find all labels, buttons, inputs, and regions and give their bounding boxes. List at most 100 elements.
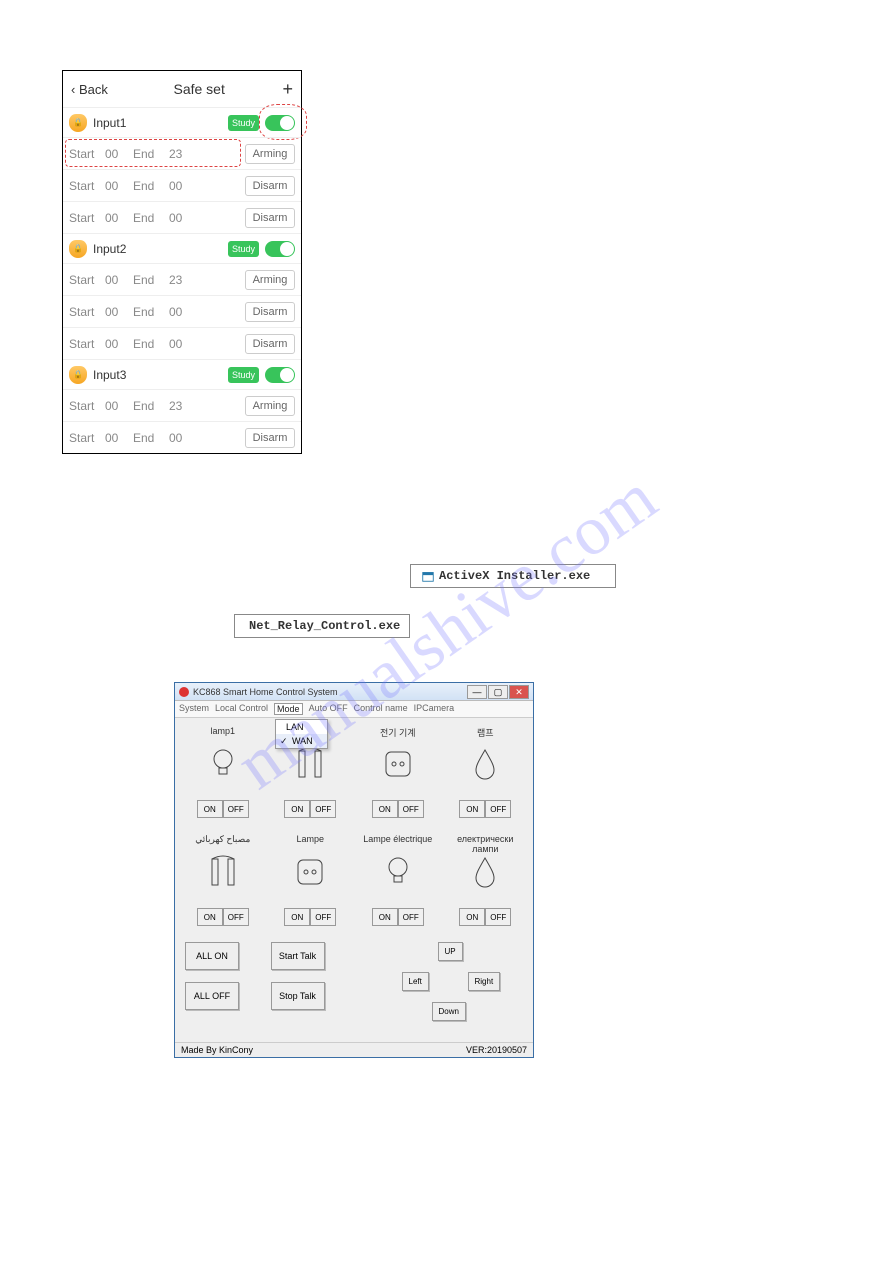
back-button[interactable]: ‹ Back xyxy=(71,82,108,97)
start-value[interactable]: 00 xyxy=(105,179,133,193)
menu-ipcamera[interactable]: IPCamera xyxy=(414,703,455,715)
time-row: Start 00 End 00 Disarm xyxy=(63,421,301,453)
input3-toggle[interactable] xyxy=(265,367,295,383)
disarm-button[interactable]: Disarm xyxy=(245,428,295,448)
device-label: електрически лампи xyxy=(444,834,528,846)
end-value[interactable]: 00 xyxy=(169,337,197,351)
on-button[interactable]: ON xyxy=(459,800,485,818)
add-icon[interactable]: + xyxy=(282,79,293,100)
device-lampe: Lampe ONOFF xyxy=(269,830,353,938)
mode-dropdown: LAN WAN xyxy=(275,719,328,749)
start-label: Start xyxy=(69,211,105,225)
phone-safe-set: ‹ Back Safe set + 🔒 Input1 Study Start 0… xyxy=(62,70,302,454)
on-button[interactable]: ON xyxy=(197,908,223,926)
file-label: Net_Relay_Control.exe xyxy=(249,619,400,633)
disarm-button[interactable]: Disarm xyxy=(245,176,295,196)
start-label: Start xyxy=(69,147,105,161)
start-talk-button[interactable]: Start Talk xyxy=(271,942,325,970)
input1-toggle[interactable] xyxy=(265,115,295,131)
menu-mode[interactable]: Mode xyxy=(274,703,303,715)
down-button[interactable]: Down xyxy=(432,1002,466,1021)
arming-button[interactable]: Arming xyxy=(245,396,295,416)
end-label: End xyxy=(133,179,169,193)
end-value[interactable]: 23 xyxy=(169,399,197,413)
maximize-button[interactable]: ▢ xyxy=(488,685,508,699)
on-button[interactable]: ON xyxy=(372,800,398,818)
up-button[interactable]: UP xyxy=(438,942,463,961)
off-button[interactable]: OFF xyxy=(310,908,336,926)
device-drop: 램프 ONOFF xyxy=(444,722,528,830)
start-value[interactable]: 00 xyxy=(105,305,133,319)
disarm-button[interactable]: Disarm xyxy=(245,208,295,228)
study-badge[interactable]: Study xyxy=(228,115,259,131)
disarm-button[interactable]: Disarm xyxy=(245,302,295,322)
off-button[interactable]: OFF xyxy=(485,908,511,926)
all-off-button[interactable]: ALL OFF xyxy=(185,982,239,1010)
off-button[interactable]: OFF xyxy=(398,908,424,926)
file-label: ActiveX Installer.exe xyxy=(439,569,590,583)
off-button[interactable]: OFF xyxy=(223,800,249,818)
activex-installer-file[interactable]: ActiveX Installer.exe xyxy=(410,564,616,588)
disarm-button[interactable]: Disarm xyxy=(245,334,295,354)
bulb-icon xyxy=(356,852,440,892)
on-button[interactable]: ON xyxy=(284,800,310,818)
device-row-1: lamp1 ONOFF ONOFF 전기 기계 ONOFF 램프 ONOFF xyxy=(181,722,527,830)
end-value[interactable]: 23 xyxy=(169,147,197,161)
off-button[interactable]: OFF xyxy=(485,800,511,818)
time-row: Start 00 End 00 Disarm xyxy=(63,327,301,359)
start-value[interactable]: 00 xyxy=(105,431,133,445)
on-button[interactable]: ON xyxy=(459,908,485,926)
time-row: Start 00 End 23 Arming xyxy=(63,263,301,295)
stop-talk-button[interactable]: Stop Talk xyxy=(271,982,325,1010)
device-label: Lampe xyxy=(269,834,353,846)
dropdown-wan[interactable]: WAN xyxy=(276,734,327,748)
start-value[interactable]: 00 xyxy=(105,337,133,351)
input3-label: Input3 xyxy=(93,368,228,382)
menu-local-control[interactable]: Local Control xyxy=(215,703,268,715)
input3-header: 🔒 Input3 Study xyxy=(63,359,301,389)
drop-icon xyxy=(444,744,528,784)
menu-control-name[interactable]: Control name xyxy=(354,703,408,715)
end-value[interactable]: 00 xyxy=(169,305,197,319)
drop-icon xyxy=(444,852,528,892)
on-button[interactable]: ON xyxy=(197,800,223,818)
arming-button[interactable]: Arming xyxy=(245,144,295,164)
study-badge[interactable]: Study xyxy=(228,367,259,383)
start-value[interactable]: 00 xyxy=(105,399,133,413)
phone-header: ‹ Back Safe set + xyxy=(63,71,301,107)
start-value[interactable]: 00 xyxy=(105,211,133,225)
study-badge[interactable]: Study xyxy=(228,241,259,257)
page-title: Safe set xyxy=(116,81,283,97)
menu-system[interactable]: System xyxy=(179,703,209,715)
end-value[interactable]: 23 xyxy=(169,273,197,287)
shield-icon: 🔒 xyxy=(69,366,87,384)
minimize-button[interactable]: — xyxy=(467,685,487,699)
device-label: 전기 기계 xyxy=(356,726,440,738)
menu-auto-off[interactable]: Auto OFF xyxy=(309,703,348,715)
arming-button[interactable]: Arming xyxy=(245,270,295,290)
off-button[interactable]: OFF xyxy=(310,800,336,818)
dropdown-lan[interactable]: LAN xyxy=(276,720,327,734)
socket-icon xyxy=(356,744,440,784)
right-button[interactable]: Right xyxy=(468,972,501,991)
end-value[interactable]: 00 xyxy=(169,431,197,445)
close-button[interactable]: ✕ xyxy=(509,685,529,699)
on-button[interactable]: ON xyxy=(372,908,398,926)
off-button[interactable]: OFF xyxy=(398,800,424,818)
netrelay-control-file[interactable]: ● Net_Relay_Control.exe xyxy=(234,614,410,638)
all-on-button[interactable]: ALL ON xyxy=(185,942,239,970)
off-button[interactable]: OFF xyxy=(223,908,249,926)
start-value[interactable]: 00 xyxy=(105,147,133,161)
start-value[interactable]: 00 xyxy=(105,273,133,287)
gate-icon xyxy=(269,744,353,784)
end-value[interactable]: 00 xyxy=(169,179,197,193)
device-lamp1: lamp1 ONOFF xyxy=(181,722,265,830)
window-title: KC868 Smart Home Control System xyxy=(193,687,466,697)
bulb-icon xyxy=(181,744,265,784)
socket-icon xyxy=(269,852,353,892)
on-button[interactable]: ON xyxy=(284,908,310,926)
end-label: End xyxy=(133,273,169,287)
left-button[interactable]: Left xyxy=(402,972,429,991)
end-value[interactable]: 00 xyxy=(169,211,197,225)
input2-toggle[interactable] xyxy=(265,241,295,257)
